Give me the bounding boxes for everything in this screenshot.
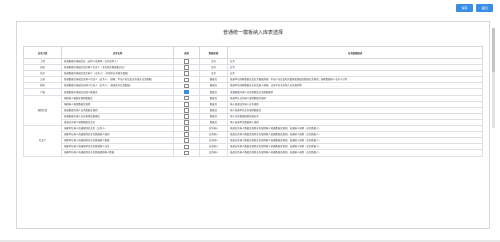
row-group-category: 社会产 — [23, 125, 62, 157]
header-select: 选择 — [173, 46, 200, 59]
row-checkbox[interactable] — [184, 144, 189, 149]
header-category: 业务分类 — [23, 46, 62, 59]
row-checkbox[interactable] — [184, 108, 189, 113]
cell-name: 国家单位纳人普通规则库业务数据规则纳人数据 — [61, 149, 174, 157]
table-header-row: 业务分类 业务名称 选择 数据来源 业务数据描述 — [23, 46, 483, 59]
row-checkbox[interactable] — [184, 96, 189, 101]
cell-desc: 普通业务纳人数据库规则业务规则纳人普通数据库规则，普通纳人规则（业务数据人） — [227, 149, 483, 157]
table-row: 国家单位纳人普通规则库业务数据规则纳人数据 业务纳人 普通业务纳人数据库规则业务规则… — [24, 149, 483, 157]
page-title: 普通统一模板纳入库表选择 — [222, 30, 283, 36]
table-body: 土地 普通数据库基础信息（适用于普通单一业务类型人） 业务 业务 房屋 普通数据库基础信息… — [23, 57, 483, 157]
row-checkbox[interactable] — [184, 71, 189, 76]
cell-mode: 业务纳人 — [199, 149, 228, 157]
back-button[interactable]: 返回 — [476, 4, 493, 12]
selection-table: 业务分类 业务名称 选择 数据来源 业务数据描述 土地 普通数据库基础信息（适用于… — [23, 46, 483, 157]
row-checkbox[interactable] — [184, 83, 189, 88]
row-checkbox[interactable] — [184, 138, 189, 143]
scrollbar-thumb[interactable] — [492, 28, 495, 72]
header-desc: 业务数据描述 — [227, 46, 483, 59]
row-checkbox[interactable] — [184, 77, 189, 82]
scrollbar[interactable] — [492, 28, 495, 128]
row-checkbox[interactable] — [184, 126, 189, 131]
header-mode: 数据来源 — [199, 46, 228, 59]
row-checkbox[interactable] — [184, 120, 189, 125]
row-checkbox[interactable] — [184, 132, 189, 137]
cell-select — [173, 149, 200, 157]
content-panel: 普通统一模板纳入库表选择 业务分类 业务名称 选择 数据来源 业务数据描述 土地… — [16, 21, 490, 229]
row-checkbox[interactable] — [184, 65, 189, 70]
row-group-category: 纳税信息 — [23, 94, 62, 127]
row-checkbox[interactable] — [184, 150, 189, 155]
row-checkbox[interactable] — [184, 89, 189, 95]
row-checkbox[interactable] — [184, 114, 189, 119]
save-button[interactable]: 保存 — [456, 4, 473, 12]
row-checkbox[interactable] — [184, 102, 189, 107]
row-checkbox[interactable] — [184, 59, 189, 64]
header-name: 业务名称 — [61, 46, 174, 59]
top-toolbar: 保存 返回 — [0, 0, 500, 22]
